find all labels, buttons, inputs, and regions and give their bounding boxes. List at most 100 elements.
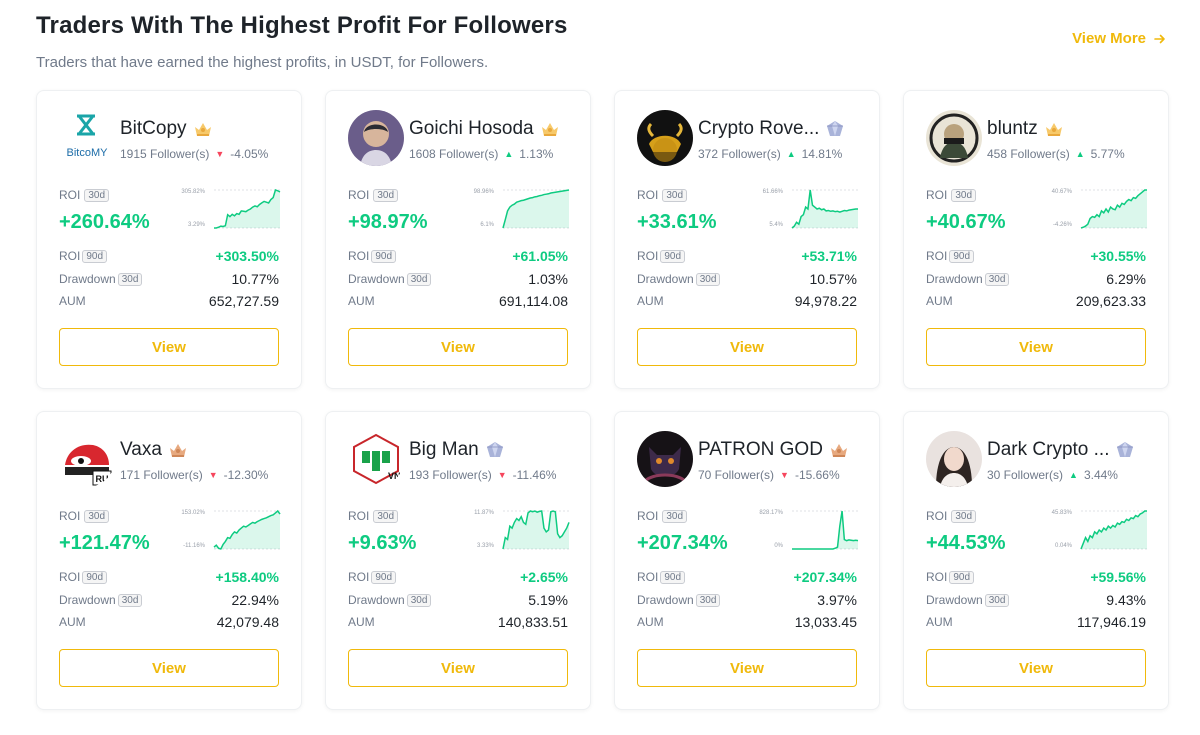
period-pill: 90d <box>82 249 108 263</box>
follower-change: -11.46% <box>512 468 557 482</box>
view-button[interactable]: View <box>926 649 1146 687</box>
triangle-down-icon: ▼ <box>215 149 225 159</box>
woman-portrait-avatar-icon[interactable] <box>926 431 982 487</box>
roi-90d-row: ROI 90d +61.05% <box>348 248 568 264</box>
roi-sparkline-chart: 11.87% 3.33% <box>451 507 570 553</box>
aum-row: AUM 117,946.19 <box>926 614 1146 630</box>
trader-name[interactable]: Dark Crypto ... <box>987 439 1109 461</box>
view-more-link[interactable]: View More <box>1072 30 1166 47</box>
triangle-down-icon: ▼ <box>497 470 507 480</box>
drawdown-row: Drawdown 30d 1.03% <box>348 271 568 287</box>
roi-30d-label: ROI 30d <box>926 509 977 523</box>
period-pill: 30d <box>662 188 688 202</box>
roi-90d-row: ROI 90d +207.34% <box>637 569 857 585</box>
roi-90d-value: +207.34% <box>793 569 857 585</box>
drawdown-label: Drawdown <box>926 272 983 286</box>
trader-name[interactable]: Goichi Hosoda <box>409 118 534 140</box>
dark-cat-avatar-icon[interactable] <box>637 431 693 487</box>
drawdown-row: Drawdown 30d 3.97% <box>637 592 857 608</box>
view-button[interactable]: View <box>348 649 568 687</box>
roi-90d-value: +61.05% <box>512 248 568 264</box>
roi-90d-value: +59.56% <box>1090 569 1146 585</box>
chart-min-label: 6.1% <box>480 222 494 228</box>
trader-card-4: bluntz 458 Follower(s) ▲ 5.77% ROI 30d +… <box>903 90 1169 389</box>
trader-name[interactable]: Big Man <box>409 439 479 461</box>
trader-name[interactable]: bluntz <box>987 118 1038 140</box>
view-button[interactable]: View <box>637 649 857 687</box>
roi-90d-row: ROI 90d +2.65% <box>348 569 568 585</box>
view-more-label: View More <box>1072 30 1146 47</box>
aum-row: AUM 209,623.33 <box>926 293 1146 309</box>
chart-max-label: 98.96% <box>474 189 495 195</box>
period-pill: 90d <box>660 570 686 584</box>
triangle-down-icon: ▼ <box>208 470 218 480</box>
masked-figure-avatar-icon[interactable] <box>926 110 982 166</box>
aum-label: AUM <box>348 294 375 308</box>
drawdown-value: 10.57% <box>809 271 857 287</box>
follower-count: 372 Follower(s) <box>698 147 781 161</box>
follower-change: 3.44% <box>1083 468 1118 482</box>
view-button[interactable]: View <box>348 328 568 366</box>
chart-max-label: 40.67% <box>1052 189 1073 195</box>
portrait-avatar-icon[interactable] <box>348 110 404 166</box>
chart-min-label: 0.04% <box>1055 543 1073 549</box>
svg-text:VN: VN <box>388 471 401 481</box>
trader-card-5: RU Vaxa 171 Follower(s) ▼ -12.30% ROI 30… <box>36 411 302 710</box>
diamond-badge-icon <box>1115 441 1135 459</box>
red-car-avatar-icon[interactable]: RU <box>59 431 115 487</box>
chart-min-label: 3.33% <box>477 543 495 549</box>
golden-bull-avatar-icon[interactable] <box>637 110 693 166</box>
green-shield-logo-icon[interactable]: VN <box>348 431 404 487</box>
trader-name[interactable]: Vaxa <box>120 439 162 461</box>
drawdown-value: 5.19% <box>528 592 568 608</box>
roi-label-text: ROI <box>348 188 370 202</box>
view-button[interactable]: View <box>926 328 1146 366</box>
roi-label-text: ROI <box>637 188 659 202</box>
aum-label: AUM <box>637 615 664 629</box>
period-pill: 30d <box>84 188 110 202</box>
aum-value: 652,727.59 <box>208 293 279 309</box>
aum-value: 117,946.19 <box>1076 614 1146 630</box>
roi-label-text: ROI <box>59 509 81 523</box>
chart-min-label: -4.26% <box>1053 222 1073 228</box>
roi-30d-label: ROI 30d <box>59 188 110 202</box>
gold-badge-icon <box>1044 120 1064 138</box>
triangle-up-icon: ▲ <box>504 149 514 159</box>
roi-90d-value: +158.40% <box>215 569 279 585</box>
diamond-badge-icon <box>825 120 845 138</box>
view-button[interactable]: View <box>637 328 857 366</box>
drawdown-label: Drawdown <box>637 593 694 607</box>
trader-header: bluntz 458 Follower(s) ▲ 5.77% <box>926 110 1154 168</box>
follower-count: 193 Follower(s) <box>409 468 492 482</box>
period-pill: 90d <box>82 570 108 584</box>
chart-max-label: 61.66% <box>763 189 784 195</box>
period-pill: 90d <box>949 570 975 584</box>
arrow-right-icon <box>1154 34 1165 43</box>
page-subtitle: Traders that have earned the highest pro… <box>36 54 489 71</box>
roi-30d-label: ROI 30d <box>637 509 688 523</box>
bitcopy-logo-icon[interactable]: BitcoMY <box>59 110 115 166</box>
follower-count: 458 Follower(s) <box>987 147 1070 161</box>
trader-name[interactable]: Crypto Rove... <box>698 118 819 140</box>
trader-header: RU Vaxa 171 Follower(s) ▼ -12.30% <box>59 431 287 489</box>
aum-label: AUM <box>637 294 664 308</box>
trader-name[interactable]: BitCopy <box>120 118 187 140</box>
trader-card-7: PATRON GOD 70 Follower(s) ▼ -15.66% ROI … <box>614 411 880 710</box>
roi-30d-label: ROI 30d <box>637 188 688 202</box>
view-button[interactable]: View <box>59 649 279 687</box>
trader-card-6: VN Big Man 193 Follower(s) ▼ -11.46% ROI… <box>325 411 591 710</box>
triangle-down-icon: ▼ <box>780 470 789 480</box>
drawdown-row: Drawdown 30d 10.77% <box>59 271 279 287</box>
aum-row: AUM 42,079.48 <box>59 614 279 630</box>
drawdown-row: Drawdown 30d 5.19% <box>348 592 568 608</box>
follower-count: 1915 Follower(s) <box>120 147 210 161</box>
trader-name[interactable]: PATRON GOD <box>698 439 823 461</box>
follower-change: -4.05% <box>230 147 269 161</box>
view-button[interactable]: View <box>59 328 279 366</box>
bronze-badge-icon <box>168 441 188 459</box>
drawdown-label: Drawdown <box>348 272 405 286</box>
roi-90d-label: ROI <box>348 570 370 584</box>
period-pill: 30d <box>84 509 110 523</box>
follower-change: -15.66% <box>794 468 840 482</box>
follower-change: 5.77% <box>1090 147 1125 161</box>
